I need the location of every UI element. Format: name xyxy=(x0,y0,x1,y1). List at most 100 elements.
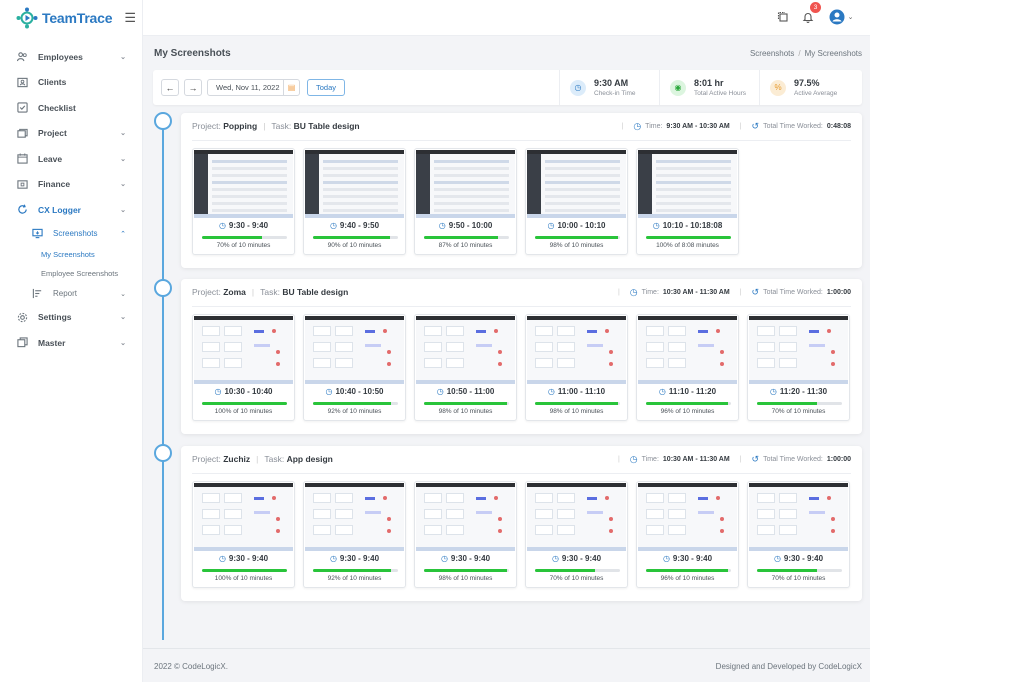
screenshot-card[interactable]: ◷ 10:00 - 10:10 98% of 10 minutes xyxy=(525,148,628,255)
clock-icon: ◷ xyxy=(652,221,660,230)
sidebar-link-employee-screenshots[interactable]: Employee Screenshots xyxy=(0,264,142,283)
sidebar-item-checklist[interactable]: Checklist xyxy=(0,95,142,121)
group-header: Project: Zuchiz | Task: App design | ◷ Time: 1… xyxy=(192,446,851,474)
activity-progress-label: 96% of 10 minutes xyxy=(660,575,715,582)
calendar-icon[interactable]: ▤ xyxy=(283,80,299,95)
activity-progress-bar xyxy=(313,236,398,239)
date-picker-input[interactable]: Wed, Nov 11, 2022 ▤ xyxy=(207,79,300,96)
sidebar-item-master[interactable]: Master ⌄ xyxy=(0,330,142,356)
screenshot-thumbnail[interactable] xyxy=(194,483,293,551)
brand[interactable]: TeamTrace ☰ xyxy=(0,0,142,36)
total-time-label: Total Time Worked: xyxy=(763,456,823,463)
footer-credit: Designed and Developed by CodeLogicX xyxy=(715,662,862,671)
activity-progress-label: 100% of 8:08 minutes xyxy=(656,242,719,249)
screenshot-card[interactable]: ◷ 9:30 - 9:40 70% of 10 minutes xyxy=(192,148,295,255)
screenshot-thumbnail[interactable] xyxy=(416,316,515,384)
sidebar-item-employees[interactable]: Employees ⌄ xyxy=(0,44,142,70)
hamburger-menu-icon[interactable]: ☰ xyxy=(124,10,136,26)
chevron-down-icon: ⌄ xyxy=(120,314,126,322)
screenshot-thumbnail[interactable] xyxy=(749,316,848,384)
project-name: Zoma xyxy=(223,287,246,297)
sidebar-link-my-screenshots[interactable]: My Screenshots xyxy=(0,245,142,264)
sidebar-item-finance[interactable]: Finance ⌄ xyxy=(0,172,142,198)
chevron-down-icon: ⌄ xyxy=(120,130,126,138)
sidebar-item-leave[interactable]: Leave ⌄ xyxy=(0,146,142,172)
sidebar-subitem-report[interactable]: Report ⌄ xyxy=(0,283,142,305)
screenshot-time-range: 9:30 - 9:40 xyxy=(228,554,269,563)
screenshot-thumbnail[interactable] xyxy=(305,316,404,384)
next-day-button[interactable]: → xyxy=(184,79,202,96)
time-range: 10:30 AM - 11:30 AM xyxy=(662,456,730,463)
screenshot-thumbnail[interactable] xyxy=(638,150,737,218)
screenshot-card[interactable]: ◷ 9:50 - 10:00 87% of 10 minutes xyxy=(414,148,517,255)
screenshot-card[interactable]: ◷ 9:30 - 9:40 70% of 10 minutes xyxy=(525,481,628,588)
screenshot-time-range: 9:40 - 9:50 xyxy=(339,221,380,230)
screenshot-thumbnail[interactable] xyxy=(416,150,515,218)
brand-name: TeamTrace xyxy=(42,10,113,26)
clock-icon: ◷ xyxy=(769,387,777,396)
screenshot-card[interactable]: ◷ 11:10 - 11:20 96% of 10 minutes xyxy=(636,314,739,421)
activity-progress-bar xyxy=(535,569,620,572)
activity-progress-fill xyxy=(313,569,392,572)
clock-icon: ◷ xyxy=(440,554,448,563)
screenshot-thumbnail[interactable] xyxy=(305,150,404,218)
time-label: Time: xyxy=(641,456,659,463)
screenshot-card[interactable]: ◷ 11:20 - 11:30 70% of 10 minutes xyxy=(747,314,850,421)
screenshot-card[interactable]: ◷ 9:30 - 9:40 70% of 10 minutes xyxy=(747,481,850,588)
sidebar-item-clients[interactable]: Clients xyxy=(0,70,142,96)
user-menu[interactable]: ⌄ xyxy=(828,9,854,25)
previous-day-button[interactable]: ← xyxy=(161,79,179,96)
screenshot-time: ◷ 10:40 - 10:50 xyxy=(304,387,405,396)
screenshot-time: ◷ 10:10 - 10:18:08 xyxy=(637,221,738,230)
activity-progress-fill xyxy=(646,236,731,239)
task-name: App design xyxy=(286,454,333,464)
clock-icon: ◷ xyxy=(218,221,226,230)
activity-progress-label: 98% of 10 minutes xyxy=(549,242,604,249)
activity-progress-bar xyxy=(646,569,731,572)
screenshot-card[interactable]: ◷ 9:40 - 9:50 90% of 10 minutes xyxy=(303,148,406,255)
screenshot-thumbnail[interactable] xyxy=(527,316,626,384)
chevron-down-icon: ⌄ xyxy=(120,181,126,189)
sidebar-item-project[interactable]: Project ⌄ xyxy=(0,121,142,147)
screenshot-thumbnail[interactable] xyxy=(638,483,737,551)
screenshot-thumbnail[interactable] xyxy=(194,316,293,384)
screenshot-thumbnail[interactable] xyxy=(749,483,848,551)
notification-bell-icon[interactable]: 3 xyxy=(800,2,821,25)
sidebar-item-label: Clients xyxy=(38,77,67,88)
screenshot-card[interactable]: ◷ 10:10 - 10:18:08 100% of 8:08 minutes xyxy=(636,148,739,255)
screenshot-card[interactable]: ◷ 9:30 - 9:40 96% of 10 minutes xyxy=(636,481,739,588)
sidebar-nav: Employees ⌄ Clients Checklist Project ⌄ … xyxy=(0,44,142,356)
sidebar-item-cx-logger[interactable]: CX Logger ⌄ xyxy=(0,197,142,223)
sidebar-item-label: CX Logger xyxy=(38,204,81,215)
breadcrumb-link-screenshots[interactable]: Screenshots xyxy=(750,49,794,58)
sidebar-item-settings[interactable]: Settings ⌄ xyxy=(0,305,142,331)
activity-progress-bar xyxy=(535,402,620,405)
screenshot-list: ◷ 10:30 - 10:40 100% of 10 minutes ◷ 10:40 -… xyxy=(192,314,850,421)
screenshot-card[interactable]: ◷ 11:00 - 11:10 98% of 10 minutes xyxy=(525,314,628,421)
today-button[interactable]: Today xyxy=(307,79,345,96)
screenshot-time: ◷ 9:30 - 9:40 xyxy=(526,554,627,563)
activity-progress-fill xyxy=(313,236,390,239)
layers-icon xyxy=(16,337,28,349)
sidebar-subitem-screenshots[interactable]: Screenshots ⌃ xyxy=(0,223,142,245)
screenshot-thumbnail[interactable] xyxy=(527,150,626,218)
stat-label: Total Active Hours xyxy=(694,89,747,97)
screenshot-time: ◷ 9:50 - 10:00 xyxy=(415,221,516,230)
screenshot-card[interactable]: ◷ 9:30 - 9:40 100% of 10 minutes xyxy=(192,481,295,588)
activity-progress-bar xyxy=(202,569,287,572)
screenshot-thumbnail[interactable] xyxy=(416,483,515,551)
clock-icon: ◷ xyxy=(658,387,666,396)
screenshot-card[interactable]: ◷ 9:30 - 9:40 98% of 10 minutes xyxy=(414,481,517,588)
screenshot-card[interactable]: ◷ 9:30 - 9:40 92% of 10 minutes xyxy=(303,481,406,588)
screenshot-thumbnail[interactable] xyxy=(305,483,404,551)
screenshot-card[interactable]: ◷ 10:30 - 10:40 100% of 10 minutes xyxy=(192,314,295,421)
screenshot-thumbnail[interactable] xyxy=(194,150,293,218)
screenshot-thumbnail[interactable] xyxy=(527,483,626,551)
activity-progress-bar xyxy=(535,236,620,239)
screenshot-card[interactable]: ◷ 10:40 - 10:50 92% of 10 minutes xyxy=(303,314,406,421)
screenshot-card[interactable]: ◷ 10:50 - 11:00 98% of 10 minutes xyxy=(414,314,517,421)
clock-icon: ◷ xyxy=(570,79,586,96)
screenshot-thumbnail[interactable] xyxy=(638,316,737,384)
id-card-icon xyxy=(16,76,28,88)
copy-icon[interactable] xyxy=(775,9,791,25)
